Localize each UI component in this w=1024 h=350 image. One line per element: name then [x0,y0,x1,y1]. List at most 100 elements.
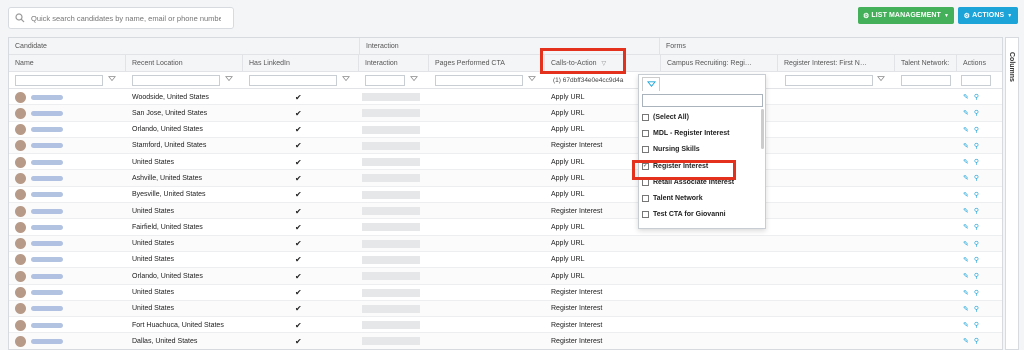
blurred-name[interactable] [31,322,63,328]
edit-pencil-icon[interactable]: ✎ [963,109,969,117]
search-icon[interactable]: ⚲ [974,93,979,101]
blurred-name[interactable] [31,290,63,296]
filter-cta-input[interactable]: (1) 67dbff34e0e4cc9d4a [549,75,639,86]
table-row[interactable]: United States ✔ Apply URL ✎ ⚲ [9,252,1002,269]
columns-side-tab[interactable]: Columns [1005,37,1019,350]
filter-location-input[interactable] [132,75,220,86]
blurred-name[interactable] [31,143,63,149]
edit-pencil-icon[interactable]: ✎ [963,93,969,101]
filter-linkedin-input[interactable] [249,75,337,86]
candidate-name-cell[interactable] [9,301,63,317]
candidate-name-cell[interactable] [9,268,63,284]
edit-pencil-icon[interactable]: ✎ [963,337,969,345]
table-row[interactable]: United States ✔ Apply URL ✎ ⚲ [9,235,1002,252]
col-talent-network[interactable]: Talent Network: [895,55,957,72]
filter-icon[interactable] [877,75,887,85]
blurred-name[interactable] [31,127,63,133]
candidate-name-cell[interactable] [9,105,63,121]
search-icon[interactable]: ⚲ [974,207,979,215]
blurred-name[interactable] [31,273,63,279]
candidate-name-cell[interactable] [9,203,63,219]
col-campus[interactable]: Campus Recruiting: Regi… [661,55,778,72]
table-row[interactable]: Fairfield, United States ✔ Apply URL ✎ ⚲ [9,219,1002,236]
filter-interaction-input[interactable] [365,75,405,86]
col-register-interest[interactable]: Register Interest: First N… [778,55,895,72]
checkbox[interactable] [642,146,649,154]
filter-register-input[interactable] [785,75,873,86]
list-management-button[interactable]: ⚙ LIST MANAGEMENT ▼ [858,7,954,24]
filter-icon[interactable] [225,75,235,85]
candidate-name-cell[interactable] [9,170,63,186]
table-row[interactable]: Orlando, United States ✔ Apply URL ✎ ⚲ [9,122,1002,138]
blurred-name[interactable] [31,257,63,263]
edit-pencil-icon[interactable]: ✎ [963,321,969,329]
blurred-name[interactable] [31,110,63,116]
candidate-name-cell[interactable] [9,317,63,333]
filter-option[interactable]: Test CTA for Giovanni [639,207,767,223]
table-row[interactable]: United States ✔ Register Interest ✎ ⚲ [9,203,1002,220]
blurred-name[interactable] [31,306,63,312]
candidate-name-cell[interactable] [9,154,63,170]
table-row[interactable]: Byesville, United States ✔ Apply URL ✎ ⚲ [9,187,1002,204]
candidate-name-cell[interactable] [9,285,63,301]
table-row[interactable]: San Jose, United States ✔ Apply URL ✎ ⚲ [9,105,1002,122]
edit-pencil-icon[interactable]: ✎ [963,174,969,182]
search-icon[interactable]: ⚲ [974,321,979,329]
quick-search[interactable] [8,7,234,29]
edit-pencil-icon[interactable]: ✎ [963,223,969,231]
edit-pencil-icon[interactable]: ✎ [963,305,969,313]
filter-name-input[interactable] [15,75,103,86]
blurred-name[interactable] [31,224,63,230]
search-icon[interactable]: ⚲ [974,158,979,166]
search-icon[interactable]: ⚲ [974,240,979,248]
table-row[interactable]: Orlando, United States ✔ Apply URL ✎ ⚲ [9,268,1002,285]
col-pages-cta[interactable]: Pages Performed CTA [429,55,545,72]
edit-pencil-icon[interactable]: ✎ [963,126,969,134]
checkbox[interactable] [642,129,649,137]
candidate-name-cell[interactable] [9,219,63,235]
search-icon[interactable]: ⚲ [974,126,979,134]
edit-pencil-icon[interactable]: ✎ [963,207,969,215]
edit-pencil-icon[interactable]: ✎ [963,158,969,166]
actions-button[interactable]: ⚙ ACTIONS ▼ [958,7,1018,24]
col-interaction[interactable]: Interaction [359,55,429,72]
table-row[interactable]: Ashville, United States ✔ Apply URL ✎ ⚲ [9,170,1002,187]
edit-pencil-icon[interactable]: ✎ [963,191,969,199]
blurred-name[interactable] [31,175,63,181]
blurred-name[interactable] [31,241,63,247]
search-icon[interactable]: ⚲ [974,272,979,280]
checkbox[interactable] [642,195,649,203]
edit-pencil-icon[interactable]: ✎ [963,142,969,150]
filter-option[interactable]: Talent Network [639,190,767,206]
search-input[interactable] [31,13,221,23]
candidate-name-cell[interactable] [9,89,63,105]
filter-talent-input[interactable] [901,75,951,86]
checkbox[interactable] [642,211,649,219]
search-icon[interactable]: ⚲ [974,305,979,313]
blurred-name[interactable] [31,159,63,165]
filter-search-input[interactable] [642,94,763,107]
search-icon[interactable]: ⚲ [974,256,979,264]
filter-icon[interactable] [342,75,352,85]
filter-icon[interactable] [528,75,538,85]
col-name[interactable]: Name [9,55,126,72]
candidate-name-cell[interactable] [9,122,63,138]
filter-option[interactable]: MDL - Register Interest [639,125,767,141]
candidate-name-cell[interactable] [9,333,63,349]
checkbox[interactable] [642,113,649,121]
search-icon[interactable]: ⚲ [974,289,979,297]
edit-pencil-icon[interactable]: ✎ [963,256,969,264]
blurred-name[interactable] [31,338,63,344]
table-row[interactable]: Woodside, United States ✔ Apply URL ✎ ⚲ [9,89,1002,106]
edit-pencil-icon[interactable]: ✎ [963,240,969,248]
col-recent-location[interactable]: Recent Location [126,55,243,72]
table-row[interactable]: Dallas, United States ✔ Register Interes… [9,333,1002,349]
candidate-name-cell[interactable] [9,187,63,203]
table-row[interactable]: United States ✔ Apply URL ✎ ⚲ [9,154,1002,171]
filter-icon[interactable] [410,75,420,85]
filter-actions-input[interactable] [961,75,991,86]
edit-pencil-icon[interactable]: ✎ [963,272,969,280]
table-row[interactable]: United States ✔ Register Interest ✎ ⚲ [9,285,1002,301]
filter-tab[interactable] [642,77,660,91]
col-has-linkedin[interactable]: Has LinkedIn [243,55,359,72]
